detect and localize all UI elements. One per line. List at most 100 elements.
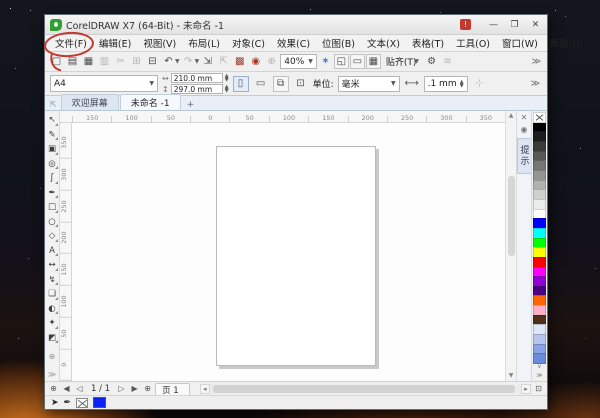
units-select[interactable]: 毫米 ▼ xyxy=(337,75,400,92)
menu-item-table[interactable]: 表格(T) xyxy=(406,34,450,52)
close-button[interactable]: ✕ xyxy=(527,18,544,31)
last-page-icon[interactable]: ▶ xyxy=(129,384,140,393)
menu-item-bitmaps[interactable]: 位图(B) xyxy=(316,34,361,52)
scroll-down-icon[interactable]: ▼ xyxy=(509,371,514,381)
fullscreen-preview-icon[interactable]: ◱ xyxy=(333,54,349,69)
vertical-scroll-thumb[interactable] xyxy=(507,176,515,256)
current-page-button[interactable]: ⊡ xyxy=(293,76,309,92)
options-icon[interactable]: ⚙ xyxy=(424,54,439,69)
toolbox-overflow-button[interactable]: ≫ xyxy=(48,370,56,381)
save-icon[interactable]: ▦ xyxy=(81,54,96,69)
connector-tool[interactable]: ↯ xyxy=(46,273,59,288)
vertical-scrollbar[interactable]: ▲ ▼ xyxy=(505,111,516,381)
eyedropper-tool[interactable]: ✦ xyxy=(46,316,59,331)
add-page-end-icon[interactable]: ⊕ xyxy=(142,384,153,393)
horizontal-scrollbar[interactable]: ◂ ▸ xyxy=(199,383,531,394)
landscape-button[interactable]: ▭ xyxy=(253,76,269,92)
palette-flyout-icon[interactable]: ≫ xyxy=(533,372,546,381)
zoom-level-select[interactable]: 40% ▼ xyxy=(280,54,317,69)
menu-item-view[interactable]: 视图(V) xyxy=(137,34,182,52)
application-launcher-icon[interactable]: ▩ xyxy=(232,54,247,69)
nudge-distance-input[interactable]: .1 mm ▲ ▼ xyxy=(423,75,468,92)
menu-item-edit[interactable]: 编辑(E) xyxy=(93,34,137,52)
page-height-input[interactable]: 297.0 mm xyxy=(170,84,223,94)
toolbar-overflow-button[interactable]: ≫ xyxy=(532,57,543,67)
color-swatch-no-color[interactable] xyxy=(533,112,546,123)
navigator-icon[interactable]: ⊡ xyxy=(533,384,544,393)
snap-to-dropdown[interactable]: 贴齐(T) ▼ xyxy=(382,55,423,68)
menu-item-tools[interactable]: 工具(O) xyxy=(450,34,496,52)
propbar-overflow-button[interactable]: ≫ xyxy=(531,79,542,89)
zoom-relative-icon[interactable]: ✶ xyxy=(318,54,333,69)
undo-icon[interactable]: ↶ xyxy=(161,54,176,69)
horizontal-ruler[interactable]: 150 100 50 0 50 100 150 200 250 300 350 xyxy=(60,111,505,123)
menu-item-object[interactable]: 对象(C) xyxy=(226,34,271,52)
all-pages-button[interactable]: ⧉ xyxy=(272,75,289,92)
first-page-icon[interactable]: ◀ xyxy=(61,384,72,393)
page-width-input[interactable]: 210.0 mm xyxy=(170,73,223,83)
next-page-icon[interactable]: ▷ xyxy=(116,384,127,393)
page-size-select[interactable]: A4 ▼ xyxy=(50,75,158,92)
quick-customize-icon[interactable]: ⇱ xyxy=(48,100,61,110)
import-icon[interactable]: ⇲ xyxy=(200,54,215,69)
document-tab-welcome[interactable]: 欢迎屏幕 xyxy=(60,94,119,110)
drawing-page[interactable] xyxy=(216,146,376,366)
freehand-tool[interactable]: ʃ xyxy=(46,171,59,186)
crop-tool[interactable]: ▣ xyxy=(46,142,59,157)
minimize-button[interactable]: — xyxy=(485,18,502,31)
docker-pin-icon[interactable]: ◉ xyxy=(521,124,528,136)
scroll-right-icon[interactable]: ▸ xyxy=(521,383,531,394)
portrait-button[interactable]: ▯ xyxy=(232,75,249,92)
horizontal-scroll-track[interactable] xyxy=(209,383,521,394)
membership-icon[interactable]: ! xyxy=(460,19,471,30)
undo-dropdown-icon[interactable]: ▼ xyxy=(175,58,180,65)
ellipse-tool[interactable]: ○ xyxy=(46,215,59,230)
drop-shadow-tool[interactable]: ❏ xyxy=(46,287,59,302)
previous-page-icon[interactable]: ◁ xyxy=(74,384,85,393)
fill-color-indicator[interactable] xyxy=(93,397,107,408)
add-page-icon[interactable]: ⊕ xyxy=(48,384,59,393)
pick-tool[interactable]: ↖ xyxy=(46,113,59,128)
open-icon[interactable]: ▤ xyxy=(65,54,80,69)
dimension-tool[interactable]: ↔ xyxy=(46,258,59,273)
show-rulers-icon[interactable]: ▭ xyxy=(349,54,365,69)
new-tab-button[interactable]: + xyxy=(182,100,200,110)
show-grid-icon[interactable]: ▦ xyxy=(365,54,381,69)
palette-scroll-down-icon[interactable]: ∨ xyxy=(533,363,546,372)
canvas[interactable] xyxy=(72,123,505,381)
width-spinner[interactable]: ▲ ▼ xyxy=(225,74,229,83)
nudge-spinner[interactable]: ▲ ▼ xyxy=(460,79,464,88)
transparency-tool[interactable]: ◐ xyxy=(46,302,59,317)
scroll-left-icon[interactable]: ◂ xyxy=(199,383,210,394)
paste-icon[interactable]: ⊟ xyxy=(145,54,160,69)
redo-dropdown-icon[interactable]: ▼ xyxy=(195,58,200,65)
new-icon[interactable]: ▢ xyxy=(49,54,64,69)
menu-item-help[interactable]: 帮助(H) xyxy=(544,34,590,52)
menu-item-text[interactable]: 文本(X) xyxy=(361,34,406,52)
shape-tool[interactable]: ✎ xyxy=(46,128,59,143)
polygon-tool[interactable]: ◇ xyxy=(46,229,59,244)
docker-close-icon[interactable]: ✕ xyxy=(521,112,528,124)
artistic-media-tool[interactable]: ✒ xyxy=(46,186,59,201)
text-tool[interactable]: A xyxy=(46,244,59,259)
page-tab[interactable]: 页 1 xyxy=(155,382,190,396)
outline-none-indicator[interactable] xyxy=(76,397,89,408)
height-spinner[interactable]: ▲ ▼ xyxy=(225,85,229,94)
scroll-up-icon[interactable]: ▲ xyxy=(509,111,514,121)
maximize-button[interactable]: ❐ xyxy=(506,18,523,31)
rectangle-tool[interactable]: □ xyxy=(46,200,59,215)
document-tab-untitled-1[interactable]: 未命名 -1 xyxy=(119,94,181,110)
vertical-scroll-track[interactable] xyxy=(507,121,515,371)
vertical-ruler[interactable]: 350 300 250 200 150 100 50 0 xyxy=(60,123,72,381)
zoom-tool[interactable]: ◎ xyxy=(46,157,59,172)
title-bar[interactable]: CorelDRAW X7 (64-Bit) - 未命名 -1 ! — ❐ ✕ xyxy=(45,15,547,35)
menu-item-layout[interactable]: 布局(L) xyxy=(182,34,226,52)
welcome-screen-icon[interactable]: ◉ xyxy=(248,54,263,69)
toolbox-add-button[interactable]: ⊕ xyxy=(49,352,56,363)
horizontal-scroll-thumb[interactable] xyxy=(212,384,515,393)
interactive-fill-tool[interactable]: ◩ xyxy=(46,331,59,346)
hints-docker-tab[interactable]: 提示 xyxy=(516,138,532,174)
menu-item-window[interactable]: 窗口(W) xyxy=(496,34,544,52)
menu-item-effects[interactable]: 效果(C) xyxy=(271,34,316,52)
menu-item-file[interactable]: 文件(F) xyxy=(49,34,93,52)
